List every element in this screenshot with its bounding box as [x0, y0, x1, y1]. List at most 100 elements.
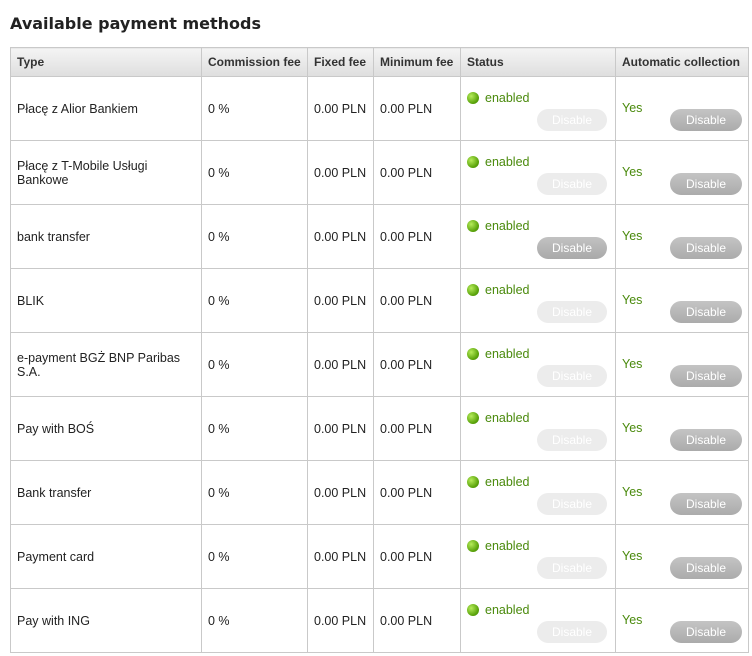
- header-fixed-fee[interactable]: Fixed fee: [307, 47, 374, 77]
- status-indicator: enabled: [467, 475, 530, 489]
- automatic-collection-cell: Yes Disable: [615, 524, 749, 589]
- payment-type: Payment card: [10, 524, 202, 589]
- status-indicator: enabled: [467, 603, 530, 617]
- status-text: enabled: [485, 283, 530, 297]
- disable-status-button[interactable]: Disable: [537, 429, 607, 451]
- disable-automatic-collection-button[interactable]: Disable: [670, 301, 742, 323]
- disable-status-button[interactable]: Disable: [537, 621, 607, 643]
- status-text: enabled: [485, 603, 530, 617]
- fixed-fee: 0.00 PLN: [307, 588, 374, 653]
- commission-fee: 0 %: [201, 76, 308, 141]
- fixed-fee: 0.00 PLN: [307, 524, 374, 589]
- status-cell: enabled Disable: [460, 140, 616, 205]
- fixed-fee: 0.00 PLN: [307, 396, 374, 461]
- table-body: Płacę z Alior Bankiem 0 % 0.00 PLN 0.00 PLN…: [10, 76, 749, 653]
- commission-fee: 0 %: [201, 396, 308, 461]
- commission-fee: 0 %: [201, 524, 308, 589]
- disable-status-button[interactable]: Disable: [537, 109, 607, 131]
- disable-status-button[interactable]: Disable: [537, 493, 607, 515]
- disable-automatic-collection-button[interactable]: Disable: [670, 621, 742, 643]
- status-indicator: enabled: [467, 91, 530, 105]
- status-indicator: enabled: [467, 539, 530, 553]
- disable-status-button[interactable]: Disable: [537, 365, 607, 387]
- fixed-fee: 0.00 PLN: [307, 332, 374, 397]
- fixed-fee: 0.00 PLN: [307, 76, 374, 141]
- disable-status-button[interactable]: Disable: [537, 173, 607, 195]
- disable-status-button[interactable]: Disable: [537, 557, 607, 579]
- minimum-fee: 0.00 PLN: [373, 268, 461, 333]
- disable-automatic-collection-button[interactable]: Disable: [670, 237, 742, 259]
- minimum-fee: 0.00 PLN: [373, 332, 461, 397]
- automatic-collection-value: Yes: [622, 165, 643, 179]
- table-row: e-payment BGŻ BNP Paribas S.A. 0 % 0.00 PL…: [10, 332, 749, 397]
- status-text: enabled: [485, 347, 530, 361]
- commission-fee: 0 %: [201, 140, 308, 205]
- disable-status-button[interactable]: Disable: [537, 301, 607, 323]
- automatic-collection-value: Yes: [622, 485, 643, 499]
- payment-type: Pay with ING: [10, 588, 202, 653]
- status-text: enabled: [485, 155, 530, 169]
- status-cell: enabled Disable: [460, 76, 616, 141]
- green-dot-icon: [467, 220, 479, 232]
- automatic-collection-cell: Yes Disable: [615, 332, 749, 397]
- minimum-fee: 0.00 PLN: [373, 140, 461, 205]
- disable-automatic-collection-button[interactable]: Disable: [670, 557, 742, 579]
- green-dot-icon: [467, 540, 479, 552]
- header-status[interactable]: Status: [460, 47, 616, 77]
- disable-status-button[interactable]: Disable: [537, 237, 607, 259]
- automatic-collection-cell: Yes Disable: [615, 268, 749, 333]
- commission-fee: 0 %: [201, 204, 308, 269]
- status-cell: enabled Disable: [460, 460, 616, 525]
- disable-automatic-collection-button[interactable]: Disable: [670, 493, 742, 515]
- payment-type: Bank transfer: [10, 460, 202, 525]
- payment-type: Płacę z Alior Bankiem: [10, 76, 202, 141]
- table-row: Pay with ING 0 % 0.00 PLN 0.00 PLN enabled Di…: [10, 588, 749, 653]
- status-cell: enabled Disable: [460, 332, 616, 397]
- green-dot-icon: [467, 156, 479, 168]
- automatic-collection-value: Yes: [622, 293, 643, 307]
- automatic-collection-value: Yes: [622, 421, 643, 435]
- fixed-fee: 0.00 PLN: [307, 268, 374, 333]
- status-text: enabled: [485, 411, 530, 425]
- status-text: enabled: [485, 475, 530, 489]
- fixed-fee: 0.00 PLN: [307, 140, 374, 205]
- disable-automatic-collection-button[interactable]: Disable: [670, 429, 742, 451]
- table-row: Pay with BOŚ 0 % 0.00 PLN 0.00 PLN enabled Di…: [10, 396, 749, 461]
- status-indicator: enabled: [467, 283, 530, 297]
- automatic-collection-cell: Yes Disable: [615, 140, 749, 205]
- green-dot-icon: [467, 476, 479, 488]
- page-title: Available payment methods: [10, 14, 262, 33]
- status-cell: enabled Disable: [460, 268, 616, 333]
- disable-automatic-collection-button[interactable]: Disable: [670, 173, 742, 195]
- green-dot-icon: [467, 284, 479, 296]
- header-automatic-collection[interactable]: Automatic collection: [615, 47, 749, 77]
- header-commission-fee[interactable]: Commission fee: [201, 47, 308, 77]
- disable-automatic-collection-button[interactable]: Disable: [670, 109, 742, 131]
- status-text: enabled: [485, 539, 530, 553]
- payment-methods-table-wrap: Type Commission fee Fixed fee Minimum fe…: [10, 47, 749, 653]
- green-dot-icon: [467, 92, 479, 104]
- minimum-fee: 0.00 PLN: [373, 460, 461, 525]
- payment-type: Pay with BOŚ: [10, 396, 202, 461]
- minimum-fee: 0.00 PLN: [373, 524, 461, 589]
- header-type[interactable]: Type: [10, 47, 202, 77]
- commission-fee: 0 %: [201, 460, 308, 525]
- automatic-collection-cell: Yes Disable: [615, 396, 749, 461]
- payment-type: Płacę z T-Mobile Usługi Bankowe: [10, 140, 202, 205]
- payment-type: BLIK: [10, 268, 202, 333]
- automatic-collection-cell: Yes Disable: [615, 204, 749, 269]
- payment-methods-table: Type Commission fee Fixed fee Minimum fe…: [10, 47, 749, 653]
- minimum-fee: 0.00 PLN: [373, 76, 461, 141]
- status-cell: enabled Disable: [460, 204, 616, 269]
- automatic-collection-value: Yes: [622, 613, 643, 627]
- commission-fee: 0 %: [201, 588, 308, 653]
- disable-automatic-collection-button[interactable]: Disable: [670, 365, 742, 387]
- minimum-fee: 0.00 PLN: [373, 396, 461, 461]
- status-text: enabled: [485, 91, 530, 105]
- green-dot-icon: [467, 348, 479, 360]
- status-cell: enabled Disable: [460, 588, 616, 653]
- automatic-collection-cell: Yes Disable: [615, 76, 749, 141]
- header-minimum-fee[interactable]: Minimum fee: [373, 47, 461, 77]
- automatic-collection-value: Yes: [622, 101, 643, 115]
- fixed-fee: 0.00 PLN: [307, 204, 374, 269]
